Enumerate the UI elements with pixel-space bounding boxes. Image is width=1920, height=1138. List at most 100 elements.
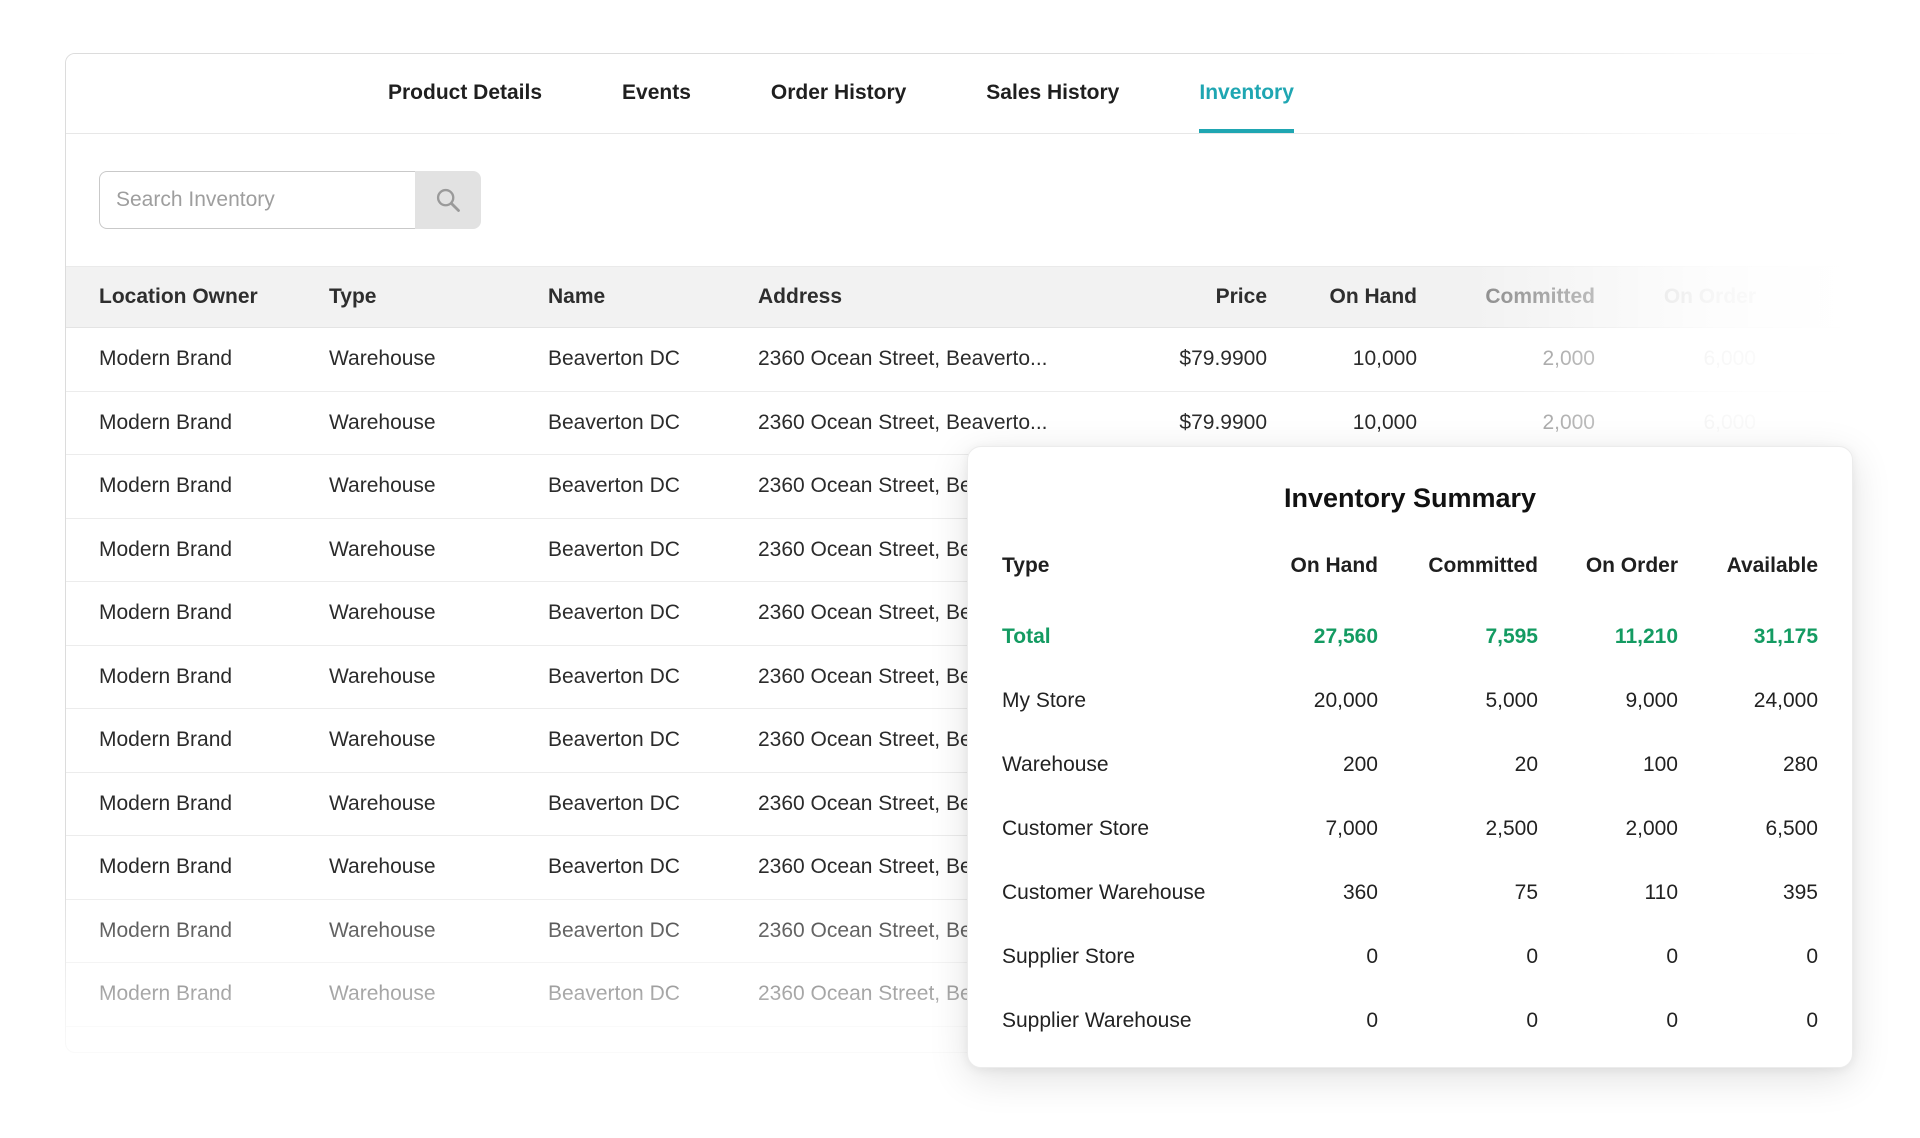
- column-header-location-owner: Location Owner: [99, 285, 329, 309]
- cell-type: Warehouse: [329, 601, 548, 625]
- cell-type: Warehouse: [329, 855, 548, 879]
- summary-row: Warehouse 200 20 100 280: [1002, 733, 1818, 797]
- summary-column-on-order: On Order: [1538, 554, 1678, 578]
- tab-sales-history[interactable]: Sales History: [986, 54, 1119, 133]
- cell-location-owner: Modern Brand: [99, 347, 329, 371]
- cell-address: 2360 Ocean Street, Beaverto...: [758, 411, 1107, 435]
- summary-cell-on-hand: 0: [1228, 945, 1378, 969]
- summary-cell-available: 0: [1678, 1009, 1818, 1033]
- summary-row: My Store 20,000 5,000 9,000 24,000: [1002, 669, 1818, 733]
- summary-cell-on-order: 9,000: [1538, 689, 1678, 713]
- summary-cell-type: Customer Store: [1002, 817, 1228, 841]
- tab-product-details[interactable]: Product Details: [388, 54, 542, 133]
- summary-table-header: Type On Hand Committed On Order Availabl…: [1002, 545, 1818, 587]
- search-button[interactable]: [415, 171, 481, 229]
- summary-cell-available: 6,500: [1678, 817, 1818, 841]
- summary-row: Supplier Warehouse 0 0 0 0: [1002, 989, 1818, 1053]
- cell-type: Warehouse: [329, 538, 548, 562]
- cell-name: Beaverton DC: [548, 982, 758, 1006]
- summary-total-on-order: 11,210: [1538, 625, 1678, 649]
- cell-type: Warehouse: [329, 347, 548, 371]
- tab-order-history[interactable]: Order History: [771, 54, 906, 133]
- summary-cell-committed: 20: [1378, 753, 1538, 777]
- cell-on-order: 6,000: [1595, 347, 1756, 371]
- summary-total-available: 31,175: [1678, 625, 1818, 649]
- summary-cell-type: Supplier Warehouse: [1002, 1009, 1228, 1033]
- cell-location-owner: Modern Brand: [99, 855, 329, 879]
- summary-row: Customer Warehouse 360 75 110 395: [1002, 861, 1818, 925]
- summary-cell-type: Warehouse: [1002, 753, 1228, 777]
- summary-cell-on-hand: 200: [1228, 753, 1378, 777]
- cell-type: Warehouse: [329, 982, 548, 1006]
- cell-type: Warehouse: [329, 474, 548, 498]
- summary-cell-on-order: 110: [1538, 881, 1678, 905]
- cell-committed: 2,000: [1417, 347, 1595, 371]
- cell-location-owner: Modern Brand: [99, 538, 329, 562]
- summary-cell-committed: 5,000: [1378, 689, 1538, 713]
- summary-cell-committed: 75: [1378, 881, 1538, 905]
- cell-location-owner: Modern Brand: [99, 474, 329, 498]
- summary-cell-type: My Store: [1002, 689, 1228, 713]
- cell-name: Beaverton DC: [548, 728, 758, 752]
- cell-type: Warehouse: [329, 792, 548, 816]
- cell-name: Beaverton DC: [548, 347, 758, 371]
- cell-location-owner: Modern Brand: [99, 601, 329, 625]
- summary-row: Customer Store 7,000 2,500 2,000 6,500: [1002, 797, 1818, 861]
- summary-cell-on-hand: 360: [1228, 881, 1378, 905]
- cell-on-hand: 10,000: [1267, 411, 1417, 435]
- summary-cell-available: 280: [1678, 753, 1818, 777]
- summary-cell-type: Customer Warehouse: [1002, 881, 1228, 905]
- cell-price: $79.9900: [1107, 347, 1267, 371]
- cell-on-order: 6,000: [1595, 411, 1756, 435]
- summary-title: Inventory Summary: [1002, 481, 1818, 515]
- inventory-summary-popup: Inventory Summary Type On Hand Committed…: [967, 446, 1853, 1068]
- cell-type: Warehouse: [329, 919, 548, 943]
- summary-cell-committed: 2,500: [1378, 817, 1538, 841]
- summary-cell-on-order: 0: [1538, 1009, 1678, 1033]
- search-bar: [66, 134, 1859, 266]
- summary-total-committed: 7,595: [1378, 625, 1538, 649]
- inventory-table-header: Location Owner Type Name Address Price O…: [66, 266, 1859, 328]
- cell-location-owner: Modern Brand: [99, 665, 329, 689]
- cell-type: Warehouse: [329, 728, 548, 752]
- search-icon: [434, 186, 462, 214]
- table-row[interactable]: Modern Brand Warehouse Beaverton DC 2360…: [66, 328, 1859, 392]
- cell-address: 2360 Ocean Street, Beaverto...: [758, 347, 1107, 371]
- column-header-name: Name: [548, 285, 758, 309]
- summary-column-available: Available: [1678, 554, 1818, 578]
- cell-name: Beaverton DC: [548, 792, 758, 816]
- cell-location-owner: Modern Brand: [99, 792, 329, 816]
- summary-cell-available: 24,000: [1678, 689, 1818, 713]
- cell-location-owner: Modern Brand: [99, 411, 329, 435]
- column-header-on-hand: On Hand: [1267, 285, 1417, 309]
- tab-bar: Product Details Events Order History Sal…: [66, 54, 1859, 134]
- cell-name: Beaverton DC: [548, 665, 758, 689]
- summary-cell-committed: 0: [1378, 1009, 1538, 1033]
- cell-name: Beaverton DC: [548, 601, 758, 625]
- summary-column-type: Type: [1002, 554, 1228, 578]
- column-header-address: Address: [758, 285, 1107, 309]
- summary-column-committed: Committed: [1378, 554, 1538, 578]
- cell-type: Warehouse: [329, 411, 548, 435]
- cell-price: $79.9900: [1107, 411, 1267, 435]
- cell-name: Beaverton DC: [548, 919, 758, 943]
- cell-location-owner: Modern Brand: [99, 919, 329, 943]
- summary-cell-on-hand: 7,000: [1228, 817, 1378, 841]
- tab-inventory[interactable]: Inventory: [1199, 54, 1294, 133]
- cell-on-hand: 10,000: [1267, 347, 1417, 371]
- column-header-committed: Committed: [1417, 285, 1595, 309]
- cell-name: Beaverton DC: [548, 474, 758, 498]
- cell-name: Beaverton DC: [548, 411, 758, 435]
- summary-column-on-hand: On Hand: [1228, 554, 1378, 578]
- summary-cell-available: 395: [1678, 881, 1818, 905]
- summary-total-row: Total 27,560 7,595 11,210 31,175: [1002, 605, 1818, 669]
- column-header-on-order: On Order: [1595, 285, 1756, 309]
- cell-name: Beaverton DC: [548, 538, 758, 562]
- summary-table-body: Total 27,560 7,595 11,210 31,175 My Stor…: [1002, 605, 1818, 1053]
- summary-cell-type: Supplier Store: [1002, 945, 1228, 969]
- search-input[interactable]: [99, 171, 415, 229]
- tab-events[interactable]: Events: [622, 54, 691, 133]
- summary-total-label: Total: [1002, 625, 1228, 649]
- summary-cell-available: 0: [1678, 945, 1818, 969]
- summary-cell-on-order: 100: [1538, 753, 1678, 777]
